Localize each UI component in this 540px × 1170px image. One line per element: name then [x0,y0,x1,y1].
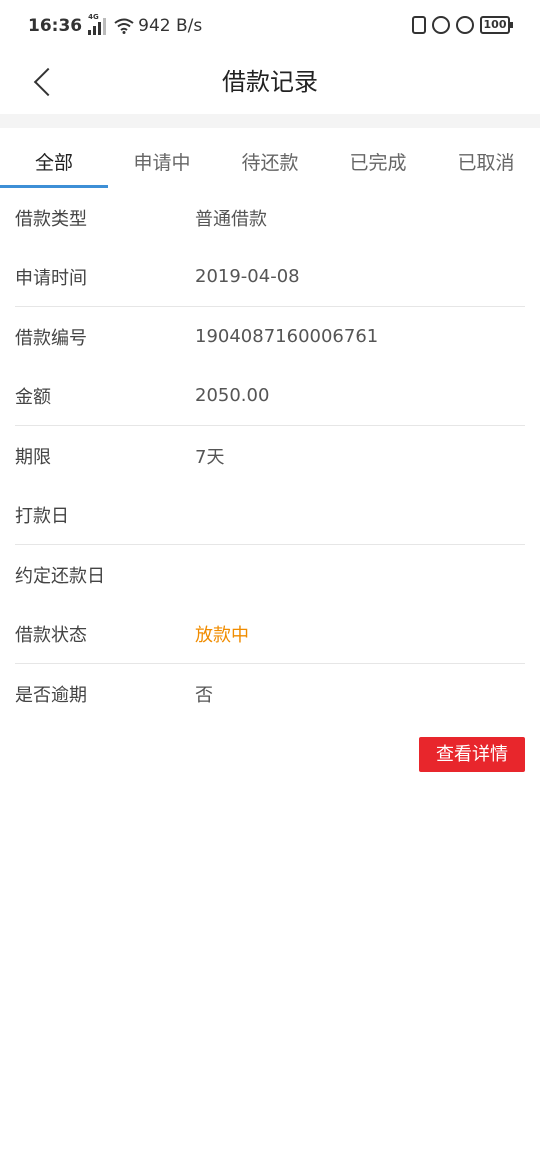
field-label: 借款编号 [15,327,87,349]
network-speed: 942 B/s [138,16,203,36]
alarm-icon [456,16,474,34]
field-label: 约定还款日 [15,565,105,587]
field-value: 7天 [195,446,225,468]
field-value: 普通借款 [195,208,267,230]
field-label: 借款类型 [15,208,87,230]
status-time: 16:36 [28,16,83,36]
field-label: 申请时间 [15,267,87,289]
tab-completed[interactable]: 已完成 [324,128,432,188]
rotation-lock-icon [432,16,450,34]
tab-all[interactable]: 全部 [0,128,108,188]
view-details-button[interactable]: 查看详情 [419,737,525,772]
tab-applying[interactable]: 申请中 [108,128,216,188]
row-disbursement-date: 打款日 [15,486,525,545]
field-value: 1904087160006761 [195,326,379,348]
field-value: 2050.00 [195,385,270,407]
row-loan-status: 借款状态 放款中 [15,605,525,664]
cellular-signal-icon: 4G [88,13,108,35]
nav-bar: 借款记录 [0,54,540,114]
row-apply-time: 申请时间 2019-04-08 [15,248,525,307]
row-loan-number: 借款编号 1904087160006761 [15,307,525,367]
tab-cancelled[interactable]: 已取消 [432,128,540,188]
row-loan-type: 借款类型 普通借款 [15,188,525,248]
status-badge: 放款中 [195,624,249,646]
field-label: 金额 [15,386,51,408]
loan-record-card: 借款类型 普通借款 申请时间 2019-04-08 借款编号 190408716… [15,188,525,724]
wifi-icon [114,18,134,34]
field-value: 2019-04-08 [195,266,300,288]
row-overdue: 是否逾期 否 [15,664,525,724]
section-divider [0,114,540,128]
field-label: 是否逾期 [15,684,87,706]
status-tabs: 全部 申请中 待还款 已完成 已取消 [0,128,540,188]
network-type-label: 4G [88,13,99,21]
tab-pending-repayment[interactable]: 待还款 [216,128,324,188]
row-amount: 金额 2050.00 [15,367,525,426]
status-bar: 16:36 4G 942 B/s 100 [0,0,540,54]
field-value: 否 [195,684,213,706]
vibrate-icon [412,16,426,34]
page-title: 借款记录 [222,68,318,96]
row-due-date: 约定还款日 [15,545,525,605]
field-label: 借款状态 [15,624,87,646]
field-label: 期限 [15,446,51,468]
field-label: 打款日 [15,505,69,527]
battery-icon: 100 [480,16,513,34]
row-term: 期限 7天 [15,426,525,486]
